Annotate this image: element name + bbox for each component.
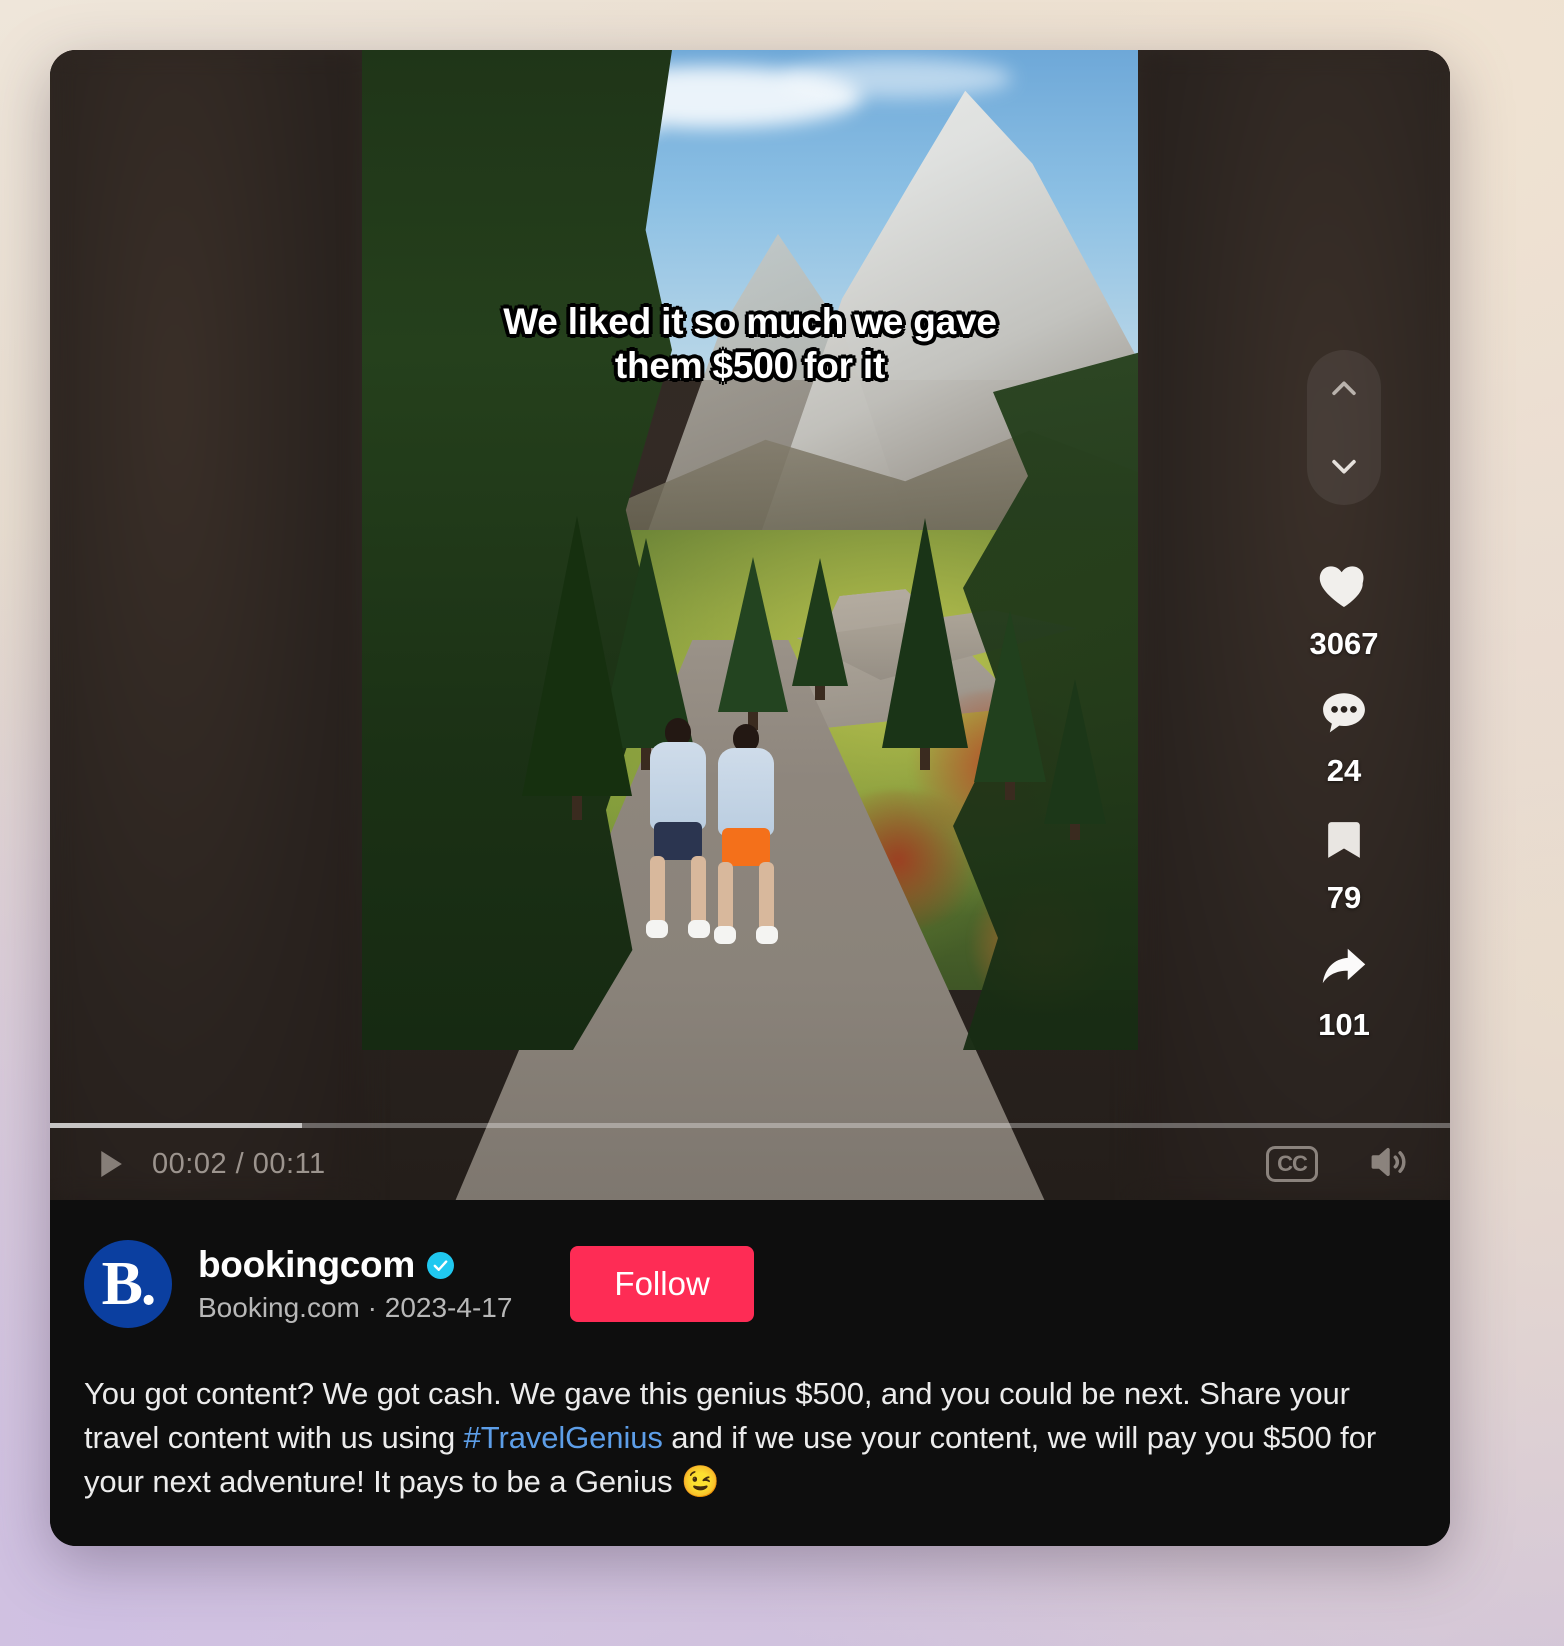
author-row: B. bookingcom Booking.com · 2023-4-17 Fo…	[84, 1240, 1416, 1328]
video-subtitle: We liked it so much we gave them $500 fo…	[362, 300, 1138, 387]
avatar-logo-glyph: B.	[101, 1250, 157, 1318]
author-display-name: Booking.com	[198, 1292, 360, 1323]
like-count: 3067	[1309, 626, 1379, 661]
hiker-right	[706, 724, 786, 948]
time-display: 00:02 / 00:11	[152, 1147, 326, 1180]
verified-check-icon	[426, 1251, 454, 1279]
video-player[interactable]: We liked it so much we gave them $500 fo…	[50, 50, 1450, 1200]
post-caption: You got content? We got cash. We gave th…	[84, 1372, 1416, 1504]
caption-hashtag[interactable]: #TravelGenius	[464, 1420, 663, 1455]
share-count: 101	[1318, 1007, 1370, 1042]
chevron-down-icon[interactable]	[1327, 449, 1361, 483]
like-button[interactable]: 3067	[1309, 557, 1379, 662]
player-controls: 00:02 / 00:11 CC	[50, 1128, 1450, 1200]
author-username[interactable]: bookingcom	[198, 1244, 415, 1286]
video-stage[interactable]: We liked it so much we gave them $500 fo…	[362, 50, 1138, 1200]
video-post-card: We liked it so much we gave them $500 fo…	[50, 50, 1450, 1546]
share-arrow-icon	[1315, 938, 1373, 996]
heart-icon	[1315, 557, 1373, 615]
speaker-icon[interactable]	[1366, 1140, 1410, 1189]
follow-button[interactable]: Follow	[570, 1246, 754, 1322]
video-nav-pill	[1307, 350, 1381, 505]
subtitle-line-1: We liked it so much we gave	[503, 301, 997, 342]
captions-button[interactable]: CC	[1266, 1146, 1318, 1182]
play-button[interactable]	[90, 1144, 130, 1184]
post-footer: B. bookingcom Booking.com · 2023-4-17 Fo…	[50, 1200, 1450, 1546]
meta-separator: ·	[367, 1292, 377, 1323]
bookmark-icon	[1315, 811, 1373, 869]
post-date: 2023-4-17	[384, 1292, 513, 1323]
action-rail: 3067 24 79 101	[1296, 350, 1392, 1065]
comment-icon	[1315, 684, 1373, 742]
comment-count: 24	[1326, 753, 1362, 788]
comment-button[interactable]: 24	[1315, 684, 1373, 789]
subtitle-line-2: them $500 for it	[614, 344, 886, 386]
bookmark-count: 79	[1326, 880, 1362, 915]
avatar[interactable]: B.	[84, 1240, 172, 1328]
video-frame-image	[362, 50, 1138, 1200]
author-subline: Booking.com · 2023-4-17	[198, 1292, 512, 1324]
chevron-up-icon[interactable]	[1327, 372, 1361, 406]
bookmark-button[interactable]: 79	[1315, 811, 1373, 916]
share-button[interactable]: 101	[1315, 938, 1373, 1043]
